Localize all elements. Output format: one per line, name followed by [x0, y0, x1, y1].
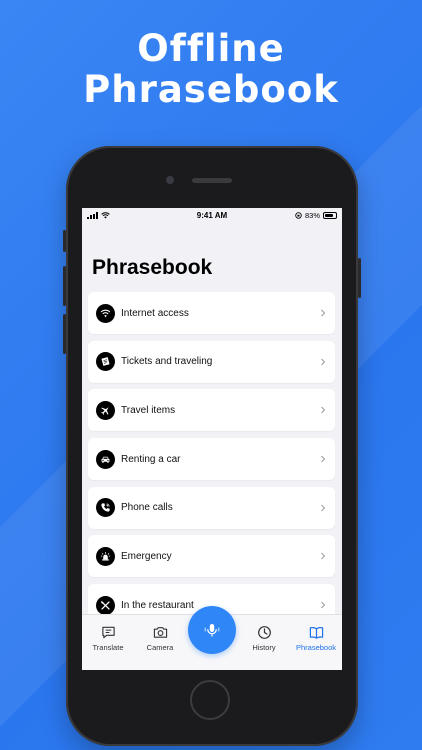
chevron-right-icon — [321, 455, 326, 463]
headline-line-2: Phrasebook — [83, 68, 339, 111]
tab-label: Phrasebook — [295, 643, 337, 652]
chevron-right-icon — [321, 407, 326, 414]
chat-bubble-icon — [101, 626, 115, 639]
phone-icon — [96, 498, 115, 518]
chevron-right-icon — [321, 601, 326, 609]
category-tickets[interactable]: Tickets and traveling — [88, 340, 335, 383]
category-emergency[interactable]: Emergency — [88, 535, 335, 578]
clock-icon — [257, 626, 271, 639]
category-label: Renting a car — [121, 453, 181, 465]
tab-label: History — [252, 643, 276, 652]
tab-history[interactable]: History — [240, 625, 288, 652]
airplane-icon — [96, 400, 115, 420]
tab-camera[interactable]: Camera — [136, 625, 184, 652]
category-list: Internet access Tickets and traveling Tr… — [88, 292, 335, 633]
category-label: Travel items — [121, 404, 176, 416]
category-label: Internet access — [121, 307, 189, 319]
tab-bar: Translate Camera History Phrasebook — [82, 606, 342, 670]
category-label: Tickets and traveling — [121, 356, 213, 368]
volume-up-button — [63, 266, 66, 306]
wifi-icon — [96, 303, 115, 323]
chevron-right-icon — [321, 358, 326, 366]
category-phone-calls[interactable]: Phone calls — [88, 486, 335, 529]
phone-frame: 9:41 AM 83% Phrasebook Internet access T… — [63, 146, 361, 746]
status-bar: 9:41 AM 83% — [82, 208, 342, 222]
ticket-icon — [96, 352, 115, 372]
headline-line-1: Offline — [137, 27, 285, 70]
status-time: 9:41 AM — [196, 211, 228, 220]
front-camera — [166, 176, 174, 184]
category-internet-access[interactable]: Internet access — [88, 292, 335, 334]
tab-phrasebook[interactable]: Phrasebook — [292, 625, 340, 652]
chevron-right-icon — [321, 309, 326, 317]
tab-translate[interactable]: Translate — [84, 625, 132, 652]
camera-icon — [153, 627, 167, 638]
tab-label: Camera — [146, 643, 174, 652]
category-renting-car[interactable]: Renting a car — [88, 438, 335, 481]
page-title: Phrasebook — [92, 256, 213, 279]
battery-icon — [323, 211, 337, 219]
microphone-icon — [204, 624, 220, 637]
power-button — [358, 258, 361, 298]
chevron-right-icon — [321, 504, 326, 512]
mute-switch — [63, 230, 66, 252]
home-button[interactable] — [190, 680, 230, 720]
chevron-right-icon — [321, 553, 326, 560]
tab-label: Translate — [92, 643, 124, 652]
car-icon — [96, 449, 115, 469]
volume-down-button — [63, 314, 66, 354]
cutlery-icon — [96, 595, 115, 615]
category-label: Phone calls — [121, 502, 173, 514]
earpiece-speaker — [192, 178, 232, 183]
phone-screen: 9:41 AM 83% Phrasebook Internet access T… — [82, 208, 342, 670]
open-book-icon — [309, 627, 323, 639]
promo-headline: Offline Phrasebook — [0, 28, 422, 110]
category-label: Emergency — [121, 550, 172, 562]
microphone-button[interactable] — [188, 606, 236, 654]
siren-icon — [96, 546, 115, 566]
category-travel-items[interactable]: Travel items — [88, 389, 335, 432]
